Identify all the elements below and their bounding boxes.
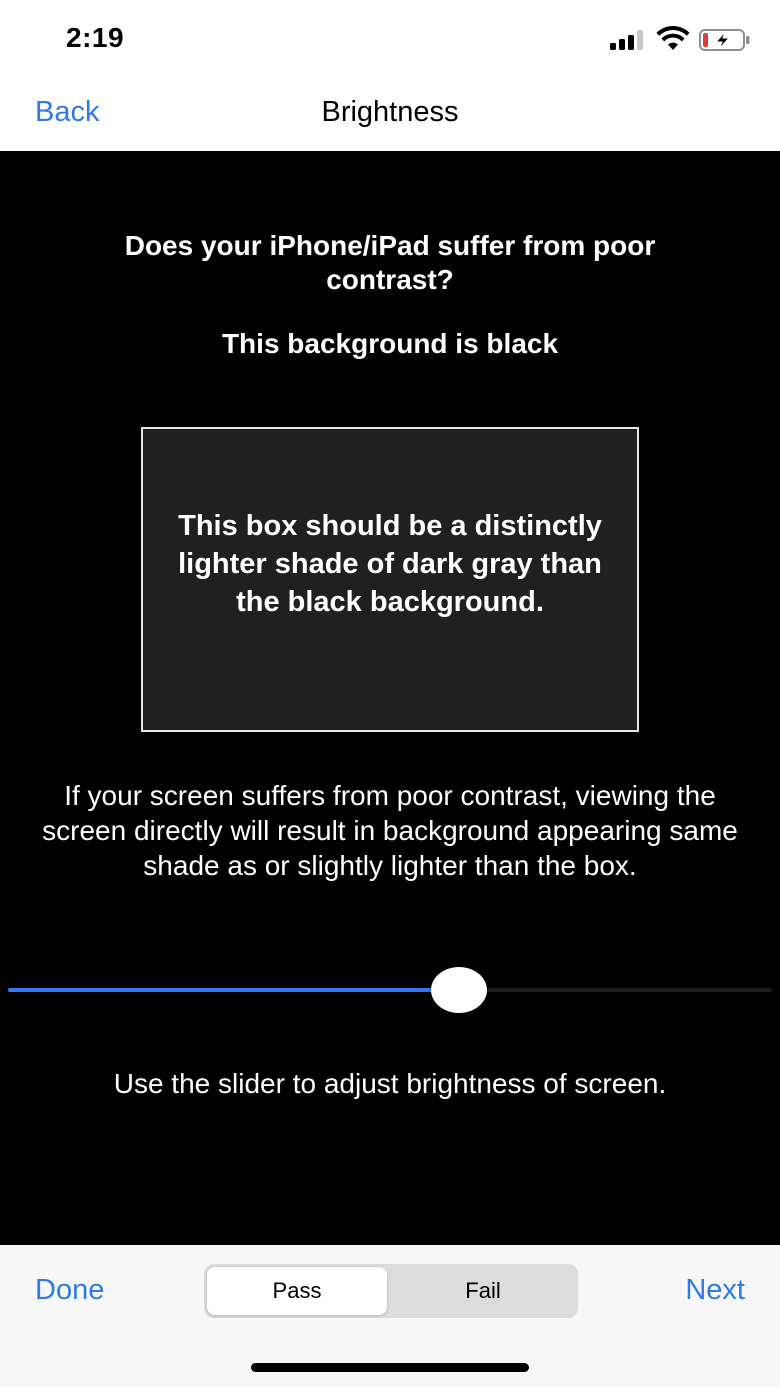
- page-title: Brightness: [321, 96, 459, 128]
- background-label: This background is black: [221, 328, 559, 359]
- wifi-icon: [656, 26, 690, 50]
- bottom-toolbar: Done Pass Fail Next: [0, 1245, 780, 1387]
- slider-fill: [8, 988, 459, 992]
- next-button[interactable]: Next: [685, 1274, 745, 1307]
- brightness-test-area: Does your iPhone/iPad suffer from poor c…: [0, 151, 780, 1245]
- segment-pass[interactable]: Pass: [207, 1267, 387, 1315]
- gray-box-text: This box should be a distinctly lighter …: [178, 510, 602, 618]
- home-indicator: [251, 1363, 529, 1372]
- status-bar: 2:19: [0, 0, 780, 80]
- slider-hint: Use the slider to adjust brightness of s…: [113, 1068, 667, 1099]
- contrast-explanation: If your screen suffers from poor contras…: [42, 780, 738, 881]
- contrast-question: Does your iPhone/iPad suffer from poor c…: [124, 230, 656, 295]
- pass-fail-segmented-control[interactable]: Pass Fail: [204, 1264, 578, 1318]
- gray-test-box: This box should be a distinctly lighter …: [141, 427, 639, 732]
- battery-charging-icon: [699, 29, 750, 51]
- navigation-bar: Back Brightness: [0, 80, 780, 151]
- status-time: 2:19: [66, 22, 125, 53]
- slider-thumb[interactable]: [430, 967, 487, 1013]
- segment-fail[interactable]: Fail: [391, 1267, 575, 1315]
- brightness-slider[interactable]: [8, 967, 772, 1013]
- signal-icon: [610, 30, 648, 50]
- done-button[interactable]: Done: [35, 1274, 104, 1307]
